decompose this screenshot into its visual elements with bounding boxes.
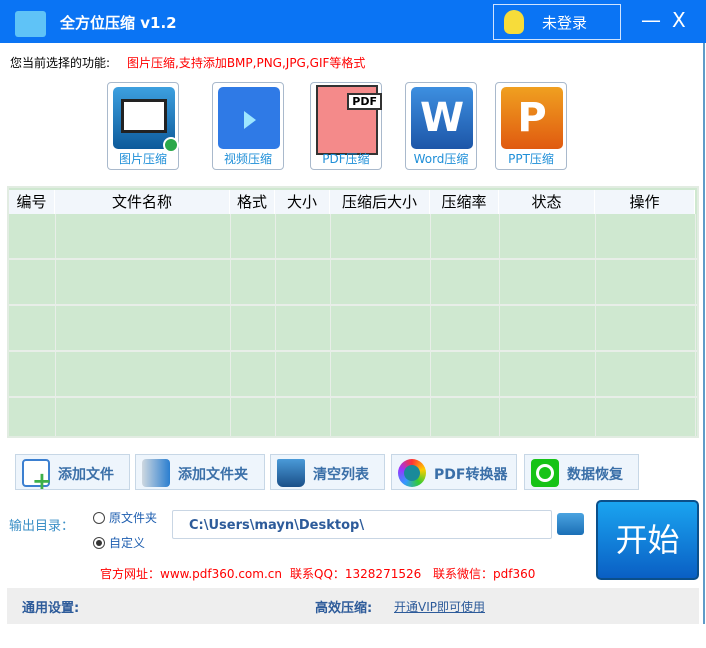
add-file-button[interactable]: + 添加文件 (15, 454, 130, 493)
close-button[interactable]: X (672, 8, 686, 32)
general-settings-label: 通用设置: (22, 601, 80, 616)
browse-folder-icon[interactable] (557, 513, 584, 535)
row-divider (9, 350, 697, 352)
mode-video-compress[interactable]: 视频压缩 (212, 82, 284, 170)
add-file-label: 添加文件 (58, 467, 114, 483)
radio-icon (93, 537, 105, 549)
data-recovery-button[interactable]: 数据恢复 (524, 454, 639, 490)
mode-label: PPT压缩 (508, 152, 554, 166)
add-folder-button[interactable]: 添加文件夹 (135, 454, 265, 490)
column-header[interactable]: 文件名称 (55, 190, 230, 214)
pdf-converter-button[interactable]: PDF转换器 (391, 454, 517, 490)
column-divider (230, 214, 231, 436)
column-divider (695, 214, 696, 436)
output-directory-label: 输出目录： (9, 519, 75, 534)
mode-label: 图片压缩 (118, 152, 167, 166)
app-title: 全方位压缩 v1.2 (60, 14, 177, 32)
pdf-badge: PDF (347, 93, 382, 110)
function-label: 您当前选择的功能: (10, 56, 111, 70)
column-divider (330, 214, 331, 436)
row-divider (9, 258, 697, 260)
pdf-converter-icon (398, 459, 426, 487)
column-header[interactable]: 操作 (595, 190, 695, 214)
mode-word-compress[interactable]: W Word压缩 (405, 82, 477, 170)
mode-label: Word压缩 (413, 152, 469, 166)
image-icon (113, 87, 179, 153)
file-table[interactable]: 编号 文件名称 格式 大小 压缩后大小 压缩率 状态 操作 (7, 186, 699, 438)
login-label: 未登录 (542, 14, 588, 32)
radio-label: 原文件夹 (109, 511, 158, 525)
data-recovery-icon (531, 459, 559, 487)
minimize-button[interactable]: — (641, 8, 661, 32)
data-recovery-label: 数据恢复 (567, 467, 623, 483)
efficient-compress-label: 高效压缩: (315, 601, 373, 616)
recycle-bin-icon (277, 459, 305, 487)
column-divider (55, 214, 56, 436)
pdf-icon: PDF (316, 85, 382, 155)
window-border (703, 43, 705, 624)
clear-list-label: 清空列表 (313, 467, 369, 483)
column-header[interactable]: 编号 (9, 190, 55, 214)
radio-icon (93, 512, 105, 524)
settings-footer: 通用设置: 高效压缩: 开通VIP即可使用 (7, 588, 699, 624)
column-divider (595, 214, 596, 436)
start-button[interactable]: 开始 (596, 500, 699, 580)
column-header[interactable]: 压缩后大小 (330, 190, 430, 214)
column-header[interactable]: 格式 (230, 190, 275, 214)
login-button[interactable]: 未登录 (493, 4, 621, 40)
user-avatar-icon (504, 10, 524, 34)
website-text: 官方网址：www.pdf360.com.cn (100, 567, 282, 581)
add-file-icon: + (22, 459, 52, 493)
output-path-input[interactable]: C:\Users\mayn\Desktop\ (172, 510, 552, 539)
wechat-text: 联系微信：pdf360 (433, 567, 536, 581)
qq-text: 联系QQ：1328271526 (290, 567, 422, 581)
radio-original-folder[interactable]: 原文件夹 (93, 509, 157, 526)
function-value: 图片压缩,支持添加BMP,PNG,JPG,GIF等格式 (127, 56, 366, 70)
title-bar: 全方位压缩 v1.2 未登录 — X (0, 0, 706, 43)
column-divider (430, 214, 431, 436)
mode-label: PDF压缩 (322, 152, 370, 166)
word-icon: W (411, 87, 473, 149)
column-divider (275, 214, 276, 436)
radio-custom[interactable]: 自定义 (93, 534, 145, 551)
row-divider (9, 396, 697, 398)
column-header[interactable]: 大小 (275, 190, 330, 214)
video-icon (218, 87, 280, 149)
vip-link[interactable]: 开通VIP即可使用 (394, 598, 485, 615)
column-header[interactable]: 压缩率 (430, 190, 499, 214)
radio-label: 自定义 (109, 536, 146, 550)
add-folder-label: 添加文件夹 (178, 467, 248, 483)
mode-label: 视频压缩 (223, 152, 272, 166)
clear-list-button[interactable]: 清空列表 (270, 454, 385, 490)
ppt-icon: P (501, 87, 563, 149)
mode-image-compress[interactable]: 图片压缩 (107, 82, 179, 170)
mode-pdf-compress[interactable]: PDF PDF压缩 (310, 82, 382, 170)
app-logo-icon (15, 11, 46, 37)
pdf-converter-label: PDF转换器 (434, 467, 508, 483)
column-header[interactable]: 状态 (499, 190, 595, 214)
mode-ppt-compress[interactable]: P PPT压缩 (495, 82, 567, 170)
add-folder-icon (142, 459, 170, 487)
row-divider (9, 304, 697, 306)
column-divider (499, 214, 500, 436)
